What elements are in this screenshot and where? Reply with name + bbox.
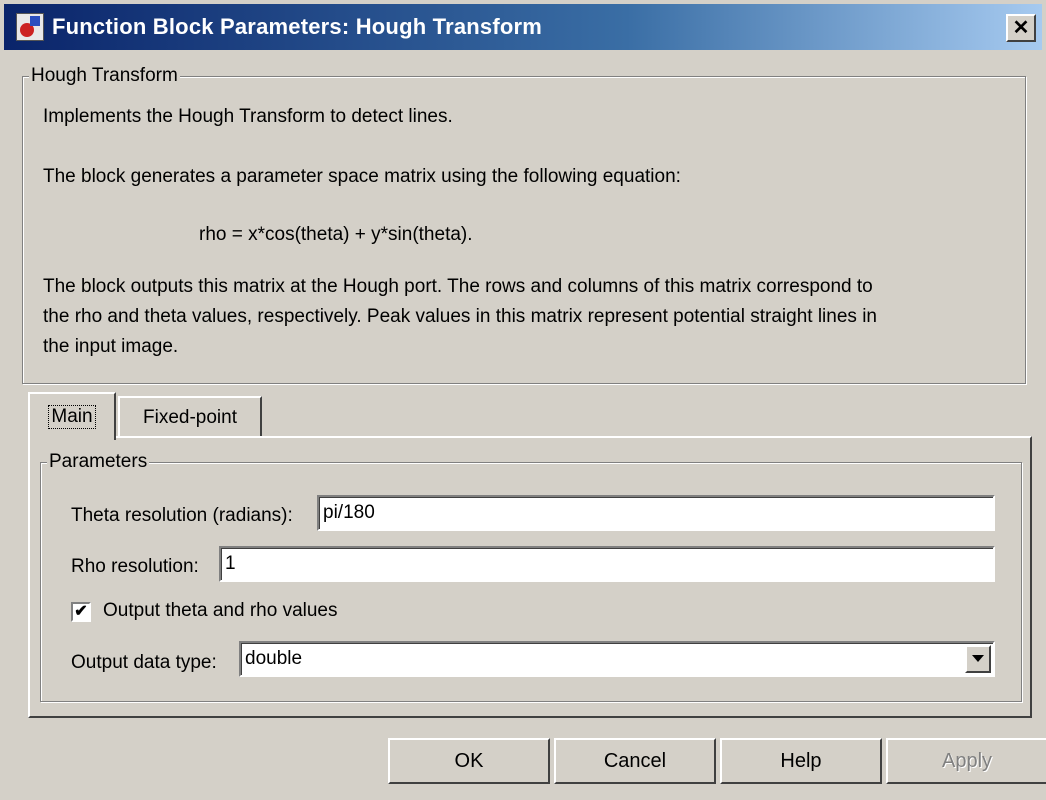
theta-resolution-value: pi/180 <box>323 502 375 523</box>
output-data-type-label: Output data type: <box>71 652 217 673</box>
ok-button[interactable]: OK <box>388 738 550 784</box>
apply-button-label: Apply <box>941 749 993 772</box>
theta-resolution-input[interactable]: pi/180 <box>317 495 995 531</box>
close-icon: ✕ <box>1012 17 1030 39</box>
rho-resolution-label: Rho resolution: <box>71 556 199 577</box>
description-line-5: the input image. <box>43 336 179 357</box>
help-button[interactable]: Help <box>720 738 882 784</box>
cancel-button[interactable]: Cancel <box>554 738 716 784</box>
dialog-window: Function Block Parameters: Hough Transfo… <box>0 0 1046 800</box>
apply-button: Apply <box>886 738 1046 784</box>
close-button[interactable]: ✕ <box>1006 14 1036 42</box>
output-data-type-value: double <box>245 648 303 669</box>
output-theta-rho-label: Output theta and rho values <box>103 600 338 621</box>
simulink-block-icon <box>16 13 44 41</box>
tab-fixed-point[interactable]: Fixed-point <box>118 396 262 438</box>
ok-button-label: OK <box>454 749 484 772</box>
description-line-2: The block generates a parameter space ma… <box>43 166 681 187</box>
tab-main-label: Main <box>48 405 96 429</box>
description-line-3: The block outputs this matrix at the Hou… <box>43 276 873 297</box>
parameters-group: Parameters Theta resolution (radians): p… <box>40 451 1022 702</box>
title-bar[interactable]: Function Block Parameters: Hough Transfo… <box>4 4 1042 50</box>
theta-resolution-label: Theta resolution (radians): <box>71 505 293 526</box>
rho-resolution-value: 1 <box>225 553 236 574</box>
equation-text: rho = x*cos(theta) + y*sin(theta). <box>199 224 473 245</box>
rho-resolution-input[interactable]: 1 <box>219 546 995 582</box>
description-line-4: the rho and theta values, respectively. … <box>43 306 877 327</box>
tab-main[interactable]: Main <box>28 392 116 440</box>
tab-panel-main: Parameters Theta resolution (radians): p… <box>28 436 1032 718</box>
help-button-label: Help <box>780 749 822 772</box>
checkmark-icon: ✔ <box>74 603 88 620</box>
chevron-down-icon[interactable] <box>965 645 991 673</box>
description-line-1: Implements the Hough Transform to detect… <box>43 106 453 127</box>
description-legend: Hough Transform <box>29 65 180 87</box>
tab-fixed-point-label: Fixed-point <box>143 407 237 428</box>
window-title: Function Block Parameters: Hough Transfo… <box>52 14 543 39</box>
description-group: Hough Transform Implements the Hough Tra… <box>22 65 1026 384</box>
cancel-button-label: Cancel <box>603 749 667 772</box>
output-data-type-select[interactable]: double <box>239 641 995 677</box>
output-theta-rho-checkbox[interactable]: ✔ <box>71 602 91 622</box>
parameters-legend: Parameters <box>47 451 150 473</box>
